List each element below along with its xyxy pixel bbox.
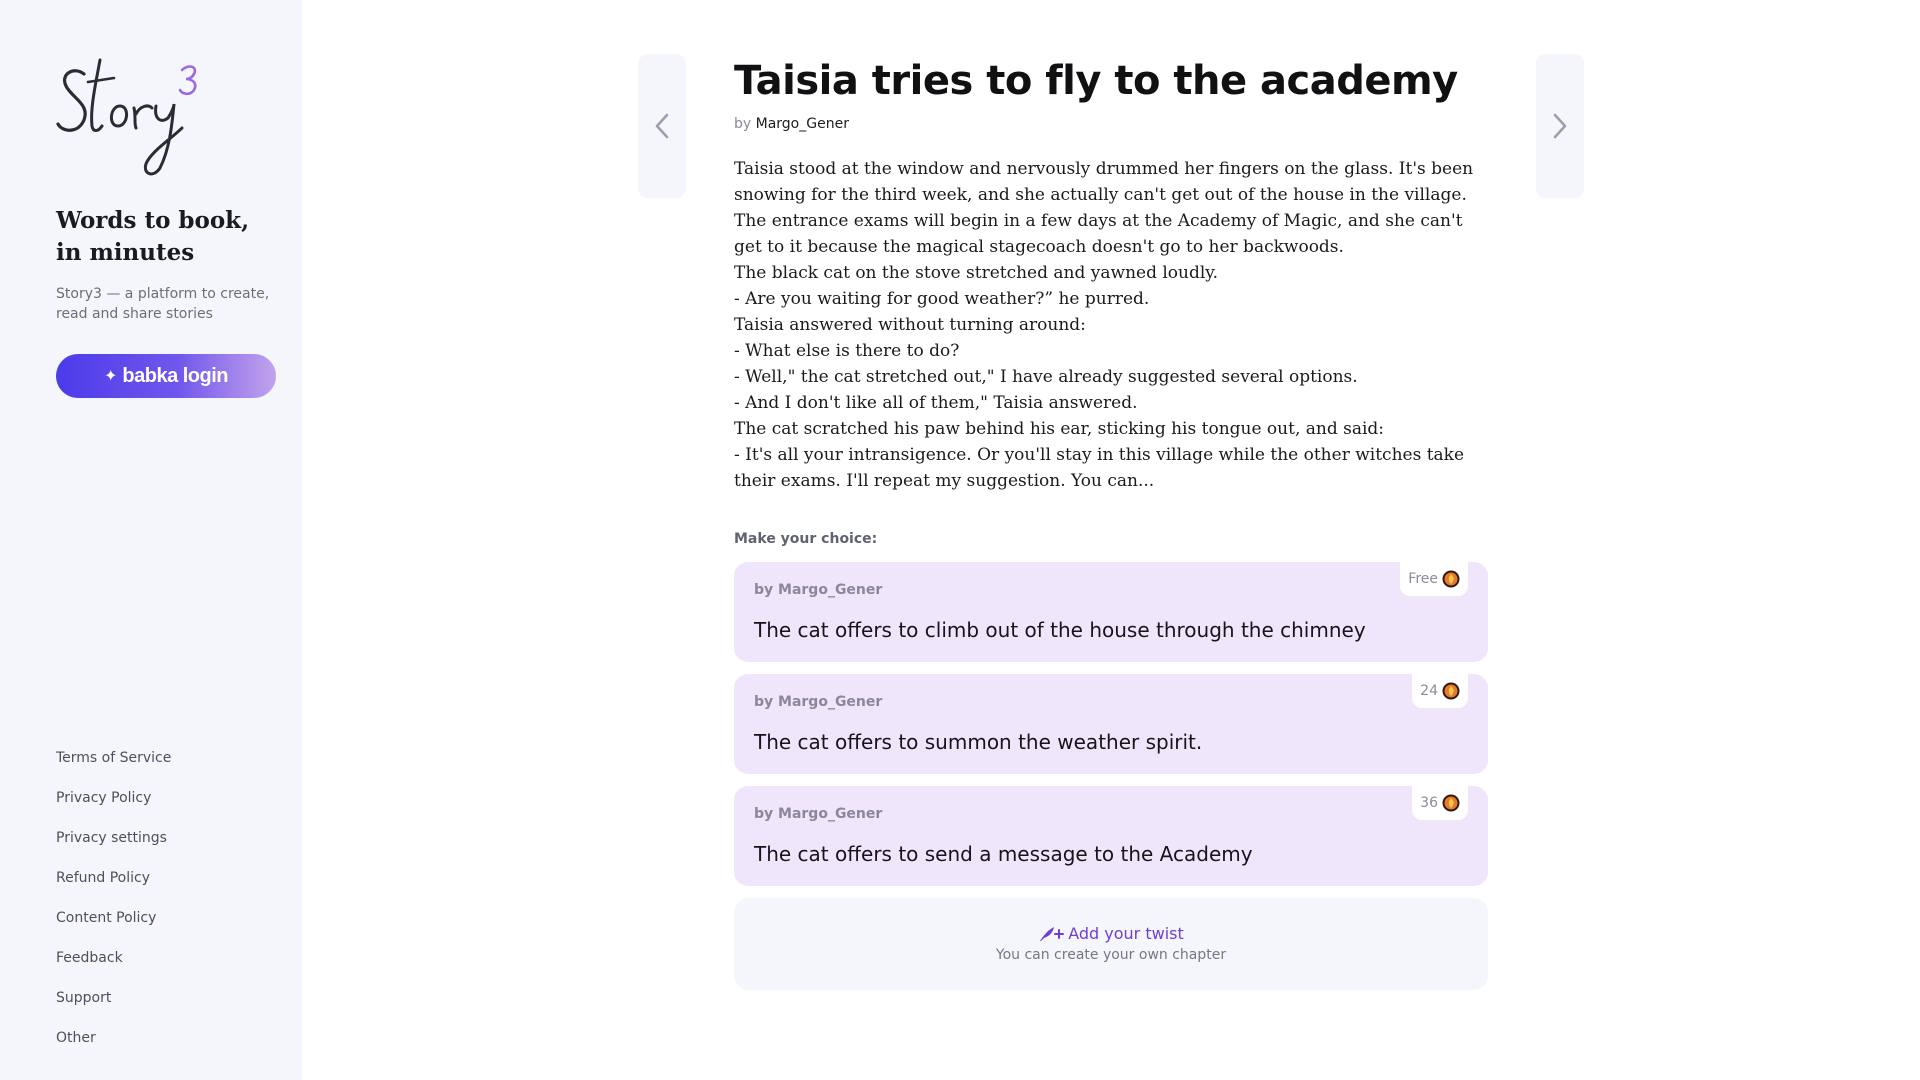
story-paragraph: - And I don't like all of them," Taisia … [734,393,1138,413]
story-paragraph: The cat scratched his paw behind his ear… [734,419,1385,439]
choice-author: by Margo_Gener [754,806,883,822]
chevron-left-icon [655,113,669,139]
footer-link-support[interactable]: Support [56,988,171,1028]
footer-link-feedback[interactable]: Feedback [56,948,171,988]
price-tag: 24 [1412,674,1468,708]
chevron-right-icon [1553,113,1567,139]
sparkle-icon: ✦ [103,368,118,385]
price-value: 36 [1420,795,1438,811]
tagline: Words to book, in minutes [56,205,286,269]
add-twist-subtitle: You can create your own chapter [995,947,1227,963]
coin-icon [1442,794,1460,812]
add-twist-title: Add your twist [1038,923,1184,945]
sidebar: Words to book, in minutes Story3 — a pla… [0,0,302,1080]
choice-author: by Margo_Gener [754,582,883,598]
byline-prefix: by [734,116,752,132]
story3-logo-icon [56,58,197,176]
price-tag: Free [1400,562,1468,596]
next-chapter-button[interactable] [1536,54,1584,198]
quill-sparkle-icon [1040,927,1065,941]
footer-link-content-policy[interactable]: Content Policy [56,908,171,948]
choice-card[interactable]: by Margo_Gener The cat offers to summon … [734,674,1488,774]
story-byline: by Margo_Gener [734,114,1488,134]
footer-links: Terms of Service Privacy Policy Privacy … [56,748,171,1068]
story-title: Taisia tries to fly to the academy [734,58,1458,104]
tagline-line-2: in minutes [56,239,195,266]
story-author-link[interactable]: Margo_Gener [756,116,849,132]
choice-header: Make your choice: [734,531,878,547]
choice-author: by Margo_Gener [754,694,883,710]
price-value: Free [1408,571,1438,587]
price-tag: 36 [1412,786,1468,820]
coin-icon [1442,570,1460,588]
platform-description: Story3 — a platform to create, read and … [56,286,270,322]
story-paragraph: Taisia answered without turning around: [734,315,1086,335]
story-paragraph: - Are you waiting for good weather?” he … [734,289,1150,309]
footer-link-privacy-settings[interactable]: Privacy settings [56,828,171,868]
story-paragraph: The black cat on the stove stretched and… [734,263,1219,283]
tagline-line-1: Words to book, [56,207,250,234]
choice-text: The cat offers to send a message to the … [754,842,1253,866]
story-paragraph: - It's all your intransigence. Or you'll… [734,445,1465,491]
choice-text: The cat offers to summon the weather spi… [754,730,1203,754]
story3-logo[interactable] [56,52,226,178]
footer-link-terms[interactable]: Terms of Service [56,748,171,788]
babka-login-button[interactable]: ✦ babka login [56,354,276,398]
story-text: Taisia stood at the window and nervously… [734,156,1488,494]
choice-card[interactable]: by Margo_Gener The cat offers to send a … [734,786,1488,886]
coin-icon [1442,682,1460,700]
login-button-label: babka login [122,364,229,387]
story-main: Taisia tries to fly to the academy by Ma… [734,54,1488,990]
choice-list: by Margo_Gener The cat offers to climb o… [734,562,1488,886]
price-value: 24 [1420,683,1438,699]
footer-link-refund-policy[interactable]: Refund Policy [56,868,171,908]
story-paragraph: Taisia stood at the window and nervously… [734,159,1474,257]
story-paragraph: - What else is there to do? [734,341,960,361]
story-paragraph: - Well," the cat stretched out," I have … [734,367,1358,387]
footer-link-other[interactable]: Other [56,1028,171,1068]
previous-chapter-button[interactable] [638,54,686,198]
add-twist-label: Add your twist [1068,924,1184,943]
choice-text: The cat offers to climb out of the house… [754,618,1366,642]
add-twist-button[interactable]: Add your twist You can create your own c… [734,898,1488,990]
choice-card[interactable]: by Margo_Gener The cat offers to climb o… [734,562,1488,662]
footer-link-privacy-policy[interactable]: Privacy Policy [56,788,171,828]
